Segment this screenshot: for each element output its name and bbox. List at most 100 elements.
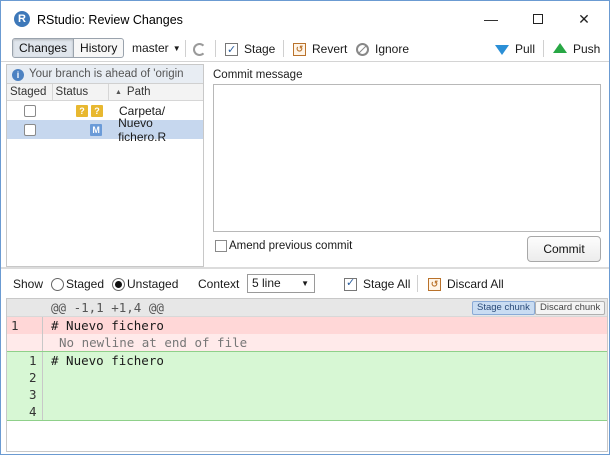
info-icon: i — [12, 69, 24, 81]
removed-line[interactable]: 1 # Nuevo fichero — [7, 317, 607, 334]
old-line-number: 1 — [11, 318, 19, 333]
context-lines-value: 5 line — [252, 276, 281, 290]
staged-checkbox[interactable] — [24, 104, 36, 117]
amend-checkbox[interactable] — [215, 240, 227, 252]
line-content: # Nuevo fichero — [51, 318, 164, 333]
path-header-label: Path — [126, 86, 151, 98]
pull-label: Pull — [515, 42, 536, 56]
push-arrow-icon — [553, 43, 567, 53]
toolbar-divider — [417, 275, 418, 292]
column-header-path[interactable]: ▲ Path — [109, 84, 203, 100]
hunk-header: @@ -1,1 +1,4 @@ Stage chunk Discard chun… — [7, 299, 607, 317]
tab-history[interactable]: History — [73, 39, 123, 57]
revert-icon: ↺ — [293, 42, 306, 56]
context-lines-select[interactable]: 5 line ▼ — [247, 274, 315, 293]
discard-all-button[interactable]: ↺ Discard All — [428, 277, 504, 291]
show-unstaged-radio[interactable]: Unstaged — [112, 277, 178, 291]
refresh-icon — [193, 42, 206, 56]
toolbar: Changes History master▼ Stage ↺ Revert I… — [1, 36, 609, 62]
stage-chunk-button[interactable]: Stage chunk — [472, 301, 535, 315]
branch-selector[interactable]: master ▼ — [132, 41, 181, 55]
push-button[interactable]: Push — [553, 40, 600, 58]
stage-all-label: Stage All — [363, 277, 411, 291]
new-line-number: 3 — [29, 387, 37, 402]
context-label: Context — [198, 277, 240, 291]
gutter-divider — [42, 352, 43, 369]
radio-selected-icon — [112, 277, 125, 291]
title-bar[interactable]: R RStudio: Review Changes — ✕ — [1, 1, 609, 36]
gutter-divider — [42, 334, 43, 351]
commit-button[interactable]: Commit — [527, 236, 601, 262]
radio-icon — [51, 277, 64, 291]
new-line-number: 2 — [29, 370, 37, 385]
added-line[interactable]: 3 — [7, 386, 607, 403]
line-content: # Nuevo fichero — [51, 353, 164, 368]
revert-button[interactable]: ↺ Revert — [293, 40, 347, 58]
amend-commit-option[interactable]: Amend previous commit — [215, 240, 352, 252]
toolbar-divider — [215, 40, 216, 57]
column-header-status[interactable]: Status — [53, 84, 109, 100]
discard-icon: ↺ — [428, 277, 441, 291]
diff-view[interactable]: @@ -1,1 +1,4 @@ Stage chunk Discard chun… — [6, 298, 608, 452]
gutter-divider — [42, 386, 43, 403]
rstudio-logo-icon: R — [14, 11, 30, 27]
file-row[interactable]: M Nuevo fichero.R — [7, 116, 203, 144]
untracked-status-icon: ? — [76, 104, 88, 117]
new-line-number: 4 — [29, 404, 37, 419]
column-header-staged[interactable]: Staged — [7, 84, 53, 100]
chevron-down-icon: ▼ — [301, 279, 309, 288]
revert-label: Revert — [312, 42, 348, 56]
branch-status-banner: i Your branch is ahead of 'origin — [7, 65, 203, 84]
push-label: Push — [573, 42, 601, 56]
maximize-button[interactable] — [528, 9, 548, 29]
staged-checkbox[interactable] — [24, 123, 36, 136]
show-staged-radio[interactable]: Staged — [51, 277, 104, 291]
stage-button[interactable]: Stage — [225, 40, 275, 59]
discard-all-label: Discard All — [447, 277, 504, 291]
view-switcher: Changes History — [12, 38, 125, 58]
ignore-label: Ignore — [375, 42, 410, 56]
toolbar-divider — [283, 40, 284, 57]
checkbox-icon — [225, 41, 238, 59]
no-newline-text: No newline at end of file — [59, 335, 248, 350]
status-cell: ? ? — [51, 104, 108, 117]
added-block: 1 # Nuevo fichero 2 3 4 — [7, 351, 607, 421]
gutter-divider — [42, 403, 43, 420]
stage-all-button[interactable]: Stage All — [344, 276, 411, 291]
toolbar-divider — [185, 40, 186, 57]
toolbar-divider — [543, 40, 544, 57]
staged-radio-label: Staged — [66, 277, 105, 291]
commit-message-input[interactable] — [213, 84, 601, 232]
status-cell: M — [51, 123, 107, 136]
show-label: Show — [13, 277, 44, 291]
ignore-button[interactable]: Ignore — [356, 40, 409, 58]
window-title: RStudio: Review Changes — [37, 13, 183, 27]
no-newline-marker: No newline at end of file — [7, 334, 607, 351]
chevron-down-icon: ▼ — [172, 44, 181, 53]
file-path: Nuevo fichero.R — [118, 115, 167, 144]
commit-message-label: Commit message — [213, 69, 303, 81]
pull-arrow-icon — [495, 45, 509, 55]
banner-text: Your branch is ahead of 'origin — [29, 68, 184, 80]
refresh-button[interactable] — [193, 40, 212, 58]
gutter-divider — [42, 369, 43, 386]
minimize-button[interactable]: — — [481, 9, 501, 29]
untracked-status-icon: ? — [91, 104, 103, 117]
unstaged-radio-label: Unstaged — [127, 277, 179, 291]
close-button[interactable]: ✕ — [574, 9, 594, 29]
checkbox-icon — [344, 276, 357, 291]
tab-changes[interactable]: Changes — [13, 39, 74, 57]
discard-chunk-button[interactable]: Discard chunk — [535, 301, 606, 315]
pull-button[interactable]: Pull — [495, 40, 535, 58]
file-list-pane: i Your branch is ahead of 'origin Staged … — [6, 64, 204, 267]
new-line-number: 1 — [29, 353, 37, 368]
added-line[interactable]: 4 — [7, 403, 607, 420]
branch-name: master — [132, 41, 169, 55]
amend-label: Amend previous commit — [229, 240, 353, 252]
added-line[interactable]: 2 — [7, 369, 607, 386]
gutter-divider — [42, 317, 43, 334]
review-changes-window: R RStudio: Review Changes — ✕ Changes Hi… — [0, 0, 610, 455]
maximize-icon — [533, 14, 543, 24]
modified-status-icon: M — [90, 123, 103, 136]
added-line[interactable]: 1 # Nuevo fichero — [7, 352, 607, 369]
